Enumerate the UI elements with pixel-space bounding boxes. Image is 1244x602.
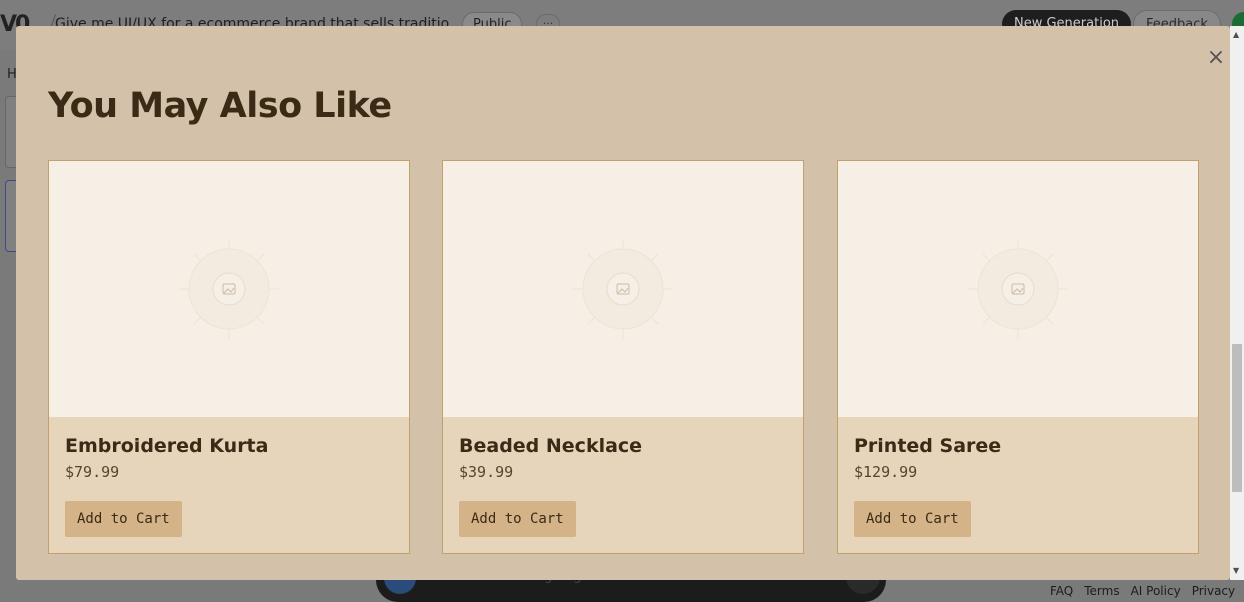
product-card[interactable]: Printed Saree $129.99 Add to Cart (837, 160, 1199, 554)
recommendations-modal: × You May Also Like Embroidered Kurta $7… (16, 26, 1230, 580)
scroll-up-icon[interactable]: ▲ (1233, 30, 1239, 39)
image-placeholder-icon (968, 239, 1068, 339)
product-price: $39.99 (459, 463, 514, 481)
add-to-cart-button[interactable]: Add to Cart (65, 501, 182, 537)
scroll-down-icon[interactable]: ▼ (1233, 566, 1239, 575)
product-grid: Embroidered Kurta $79.99 Add to Cart Bea… (48, 160, 1199, 554)
product-info: Beaded Necklace $39.99 (459, 435, 642, 481)
modal-scrollbar[interactable]: ▲ ▼ (1230, 26, 1244, 580)
product-price: $79.99 (65, 463, 120, 481)
product-info: Embroidered Kurta $79.99 (65, 435, 268, 481)
image-placeholder-icon (573, 239, 673, 339)
product-name[interactable]: Beaded Necklace (459, 435, 642, 457)
product-price: $129.99 (854, 463, 918, 481)
product-name[interactable]: Embroidered Kurta (65, 435, 268, 457)
product-image[interactable] (49, 161, 409, 417)
product-card[interactable]: Beaded Necklace $39.99 Add to Cart (442, 160, 804, 554)
add-to-cart-button[interactable]: Add to Cart (459, 501, 576, 537)
product-image[interactable] (443, 161, 803, 417)
product-name[interactable]: Printed Saree (854, 435, 1001, 457)
modal-title: You May Also Like (48, 86, 392, 126)
add-to-cart-button[interactable]: Add to Cart (854, 501, 971, 537)
product-card[interactable]: Embroidered Kurta $79.99 Add to Cart (48, 160, 410, 554)
image-placeholder-icon (179, 239, 279, 339)
scrollbar-thumb[interactable] (1232, 344, 1242, 492)
close-icon[interactable]: × (1204, 46, 1228, 70)
product-image[interactable] (838, 161, 1198, 417)
product-info: Printed Saree $129.99 (854, 435, 1001, 481)
